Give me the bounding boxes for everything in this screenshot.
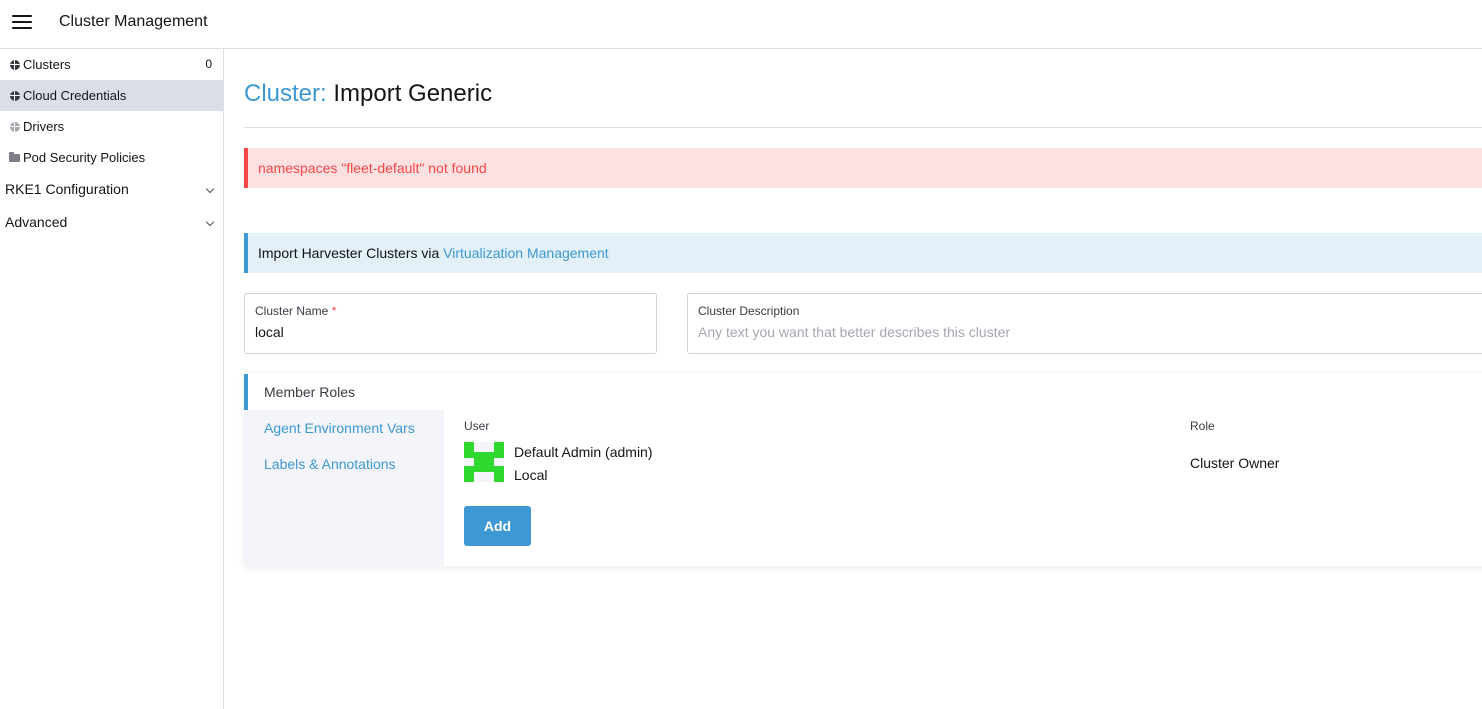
main-content: Cluster: Import Generic namespaces "flee…	[224, 49, 1482, 709]
tab-labels-annotations[interactable]: Labels & Annotations	[244, 446, 444, 482]
tab-agent-environment-vars[interactable]: Agent Environment Vars	[244, 410, 444, 446]
page-title-prefix: Cluster:	[244, 80, 327, 107]
avatar	[464, 442, 504, 482]
top-bar: Cluster Management	[0, 0, 1482, 49]
member-provider: Local	[514, 467, 548, 483]
chevron-down-icon	[205, 184, 215, 194]
hamburger-menu-icon[interactable]	[12, 14, 32, 30]
page-title: Cluster: Import Generic	[244, 79, 492, 109]
error-banner: namespaces "fleet-default" not found	[244, 148, 1482, 188]
cluster-name-field[interactable]: Cluster Name * local	[244, 293, 657, 354]
sidebar-item-drivers[interactable]: Drivers	[0, 111, 223, 142]
info-banner: Import Harvester Clusters via Virtualiza…	[244, 233, 1482, 273]
sidebar-group-label: Advanced	[5, 214, 68, 230]
sidebar-item-label: Clusters	[23, 57, 71, 72]
sidebar-item-clusters[interactable]: Clusters 0	[0, 49, 223, 80]
info-banner-text: Import Harvester Clusters via	[258, 245, 444, 261]
tab-member-roles[interactable]: Member Roles	[244, 374, 444, 410]
cluster-description-input[interactable]: Any text you want that better describes …	[698, 324, 1476, 340]
app-title: Cluster Management	[59, 13, 208, 30]
sidebar-group-label: RKE1 Configuration	[5, 181, 129, 197]
role-column-header: Role	[1190, 419, 1215, 433]
sidebar-item-cloud-credentials[interactable]: Cloud Credentials	[0, 80, 223, 111]
globe-icon	[9, 80, 20, 111]
add-member-button[interactable]: Add	[464, 506, 531, 546]
sidebar: Clusters 0 Cloud Credentials Drivers Pod…	[0, 49, 224, 709]
cluster-name-label: Cluster Name *	[255, 304, 337, 318]
page-title-text: Import Generic	[333, 80, 493, 107]
sidebar-item-label: Pod Security Policies	[23, 150, 146, 165]
chevron-down-icon	[205, 217, 215, 227]
cluster-description-label: Cluster Description	[698, 304, 800, 318]
sidebar-group-advanced[interactable]: Advanced	[0, 206, 223, 239]
virtualization-management-link[interactable]: Virtualization Management	[443, 245, 609, 261]
sidebar-group-rke1-configuration[interactable]: RKE1 Configuration	[0, 173, 223, 206]
cluster-description-field[interactable]: Cluster Description Any text you want th…	[687, 293, 1482, 354]
cluster-config-panel: Member Roles Agent Environment Vars Labe…	[244, 374, 1482, 566]
user-column-header: User	[464, 419, 490, 433]
clusters-count: 0	[205, 57, 212, 71]
member-name: Default Admin (admin)	[514, 444, 653, 460]
required-marker: *	[331, 304, 337, 318]
error-banner-text: namespaces "fleet-default" not found	[258, 160, 487, 176]
title-divider	[244, 127, 1482, 128]
sidebar-item-pod-security-policies[interactable]: Pod Security Policies	[0, 142, 223, 173]
globe-icon	[9, 111, 20, 142]
globe-icon	[9, 49, 20, 80]
sidebar-item-label: Cloud Credentials	[23, 88, 127, 103]
member-role: Cluster Owner	[1190, 455, 1280, 471]
member-roles-section: User Role Default Admin (admin) Local Cl…	[444, 374, 1482, 566]
sidebar-item-label: Drivers	[23, 119, 65, 134]
side-tabs: Member Roles Agent Environment Vars Labe…	[244, 374, 444, 566]
cluster-name-input[interactable]: local	[255, 324, 646, 340]
folder-icon	[9, 142, 20, 173]
